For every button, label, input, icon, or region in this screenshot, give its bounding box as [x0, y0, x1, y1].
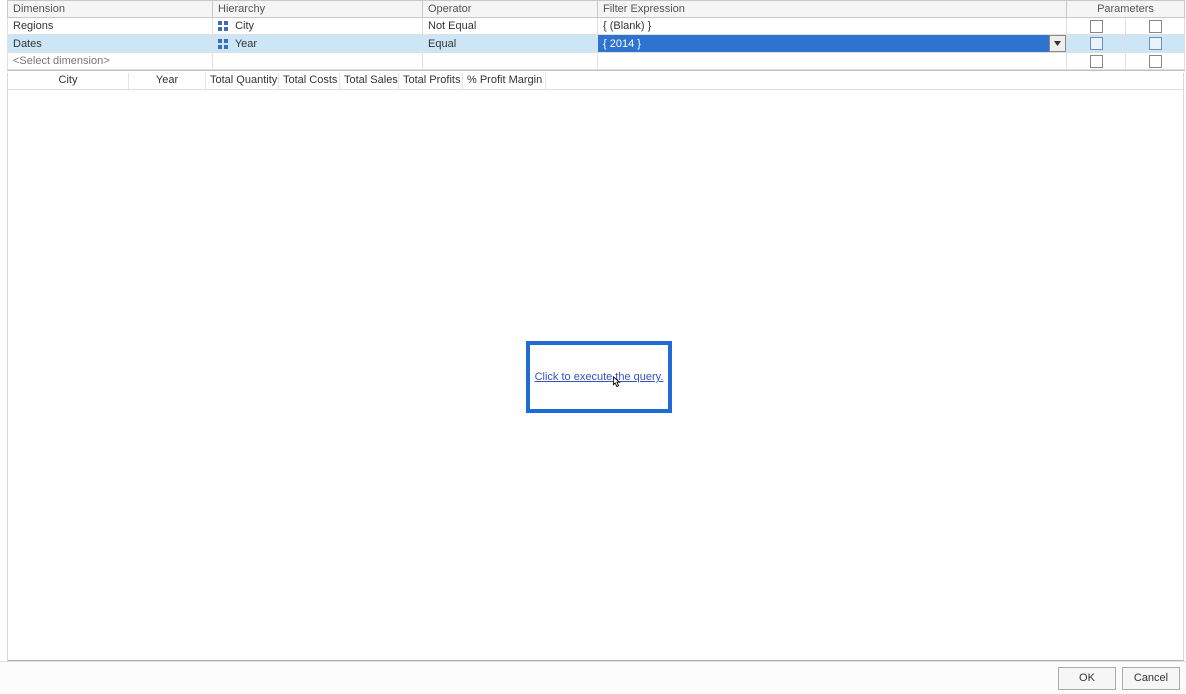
hierarchy-text: City: [235, 20, 254, 32]
hierarchy-text: Year: [235, 38, 257, 50]
header-hierarchy[interactable]: Hierarchy: [213, 1, 423, 18]
header-dimension[interactable]: Dimension: [8, 1, 213, 18]
filter-row-placeholder[interactable]: <Select dimension>: [8, 53, 1185, 70]
filter-grid: Dimension Hierarchy Operator Filter Expr…: [7, 0, 1185, 71]
ok-button[interactable]: OK: [1058, 667, 1116, 690]
execute-query-box: Click to execute the query.: [526, 341, 672, 413]
chevron-down-icon: [1054, 41, 1061, 46]
select-dimension-placeholder[interactable]: <Select dimension>: [8, 53, 213, 70]
param-checkbox-2[interactable]: [1126, 53, 1185, 70]
param-checkbox-1[interactable]: [1067, 18, 1126, 35]
dialog-footer: OK Cancel: [0, 661, 1186, 694]
filter-expression-cell-active[interactable]: { 2014 }: [598, 35, 1067, 53]
filter-expression-text: { 2014 }: [598, 38, 1049, 50]
filter-row-selected[interactable]: Dates Year Equal { 2014 }: [8, 35, 1185, 53]
hierarchy-cell[interactable]: City: [213, 18, 423, 35]
operator-cell[interactable]: Not Equal: [423, 18, 598, 35]
cancel-button[interactable]: Cancel: [1122, 667, 1180, 690]
result-col-city[interactable]: City: [8, 73, 129, 89]
execute-query-link[interactable]: Click to execute the query.: [535, 371, 664, 383]
dimension-cell[interactable]: Dates: [8, 35, 213, 53]
hierarchy-icon: [218, 21, 228, 31]
filter-expression-cell[interactable]: { (Blank) }: [598, 18, 1067, 35]
param-checkbox-2[interactable]: [1126, 35, 1185, 53]
result-col-year[interactable]: Year: [129, 73, 206, 89]
result-col-total-profits[interactable]: Total Profits: [399, 73, 463, 89]
filter-expression-dropdown[interactable]: [1049, 35, 1066, 52]
param-checkbox-1[interactable]: [1067, 53, 1126, 70]
param-checkbox-1[interactable]: [1067, 35, 1126, 53]
header-parameters[interactable]: Parameters: [1067, 1, 1185, 18]
hierarchy-icon: [218, 39, 228, 49]
result-col-total-sales[interactable]: Total Sales: [340, 73, 399, 89]
operator-cell[interactable]: Equal: [423, 35, 598, 53]
hierarchy-cell[interactable]: Year: [213, 35, 423, 53]
result-col-total-costs[interactable]: Total Costs: [279, 73, 340, 89]
result-area: City Year Total Quantity Total Costs Tot…: [7, 73, 1184, 661]
result-header: City Year Total Quantity Total Costs Tot…: [8, 73, 1183, 90]
dimension-cell[interactable]: Regions: [8, 18, 213, 35]
filter-header-row: Dimension Hierarchy Operator Filter Expr…: [8, 1, 1185, 18]
header-operator[interactable]: Operator: [423, 1, 598, 18]
header-filter-expression[interactable]: Filter Expression: [598, 1, 1067, 18]
param-checkbox-2[interactable]: [1126, 18, 1185, 35]
result-col-total-quantity[interactable]: Total Quantity: [206, 73, 279, 89]
result-col-profit-margin[interactable]: % Profit Margin: [463, 73, 546, 89]
filter-row[interactable]: Regions City Not Equal { (Blank) }: [8, 18, 1185, 35]
